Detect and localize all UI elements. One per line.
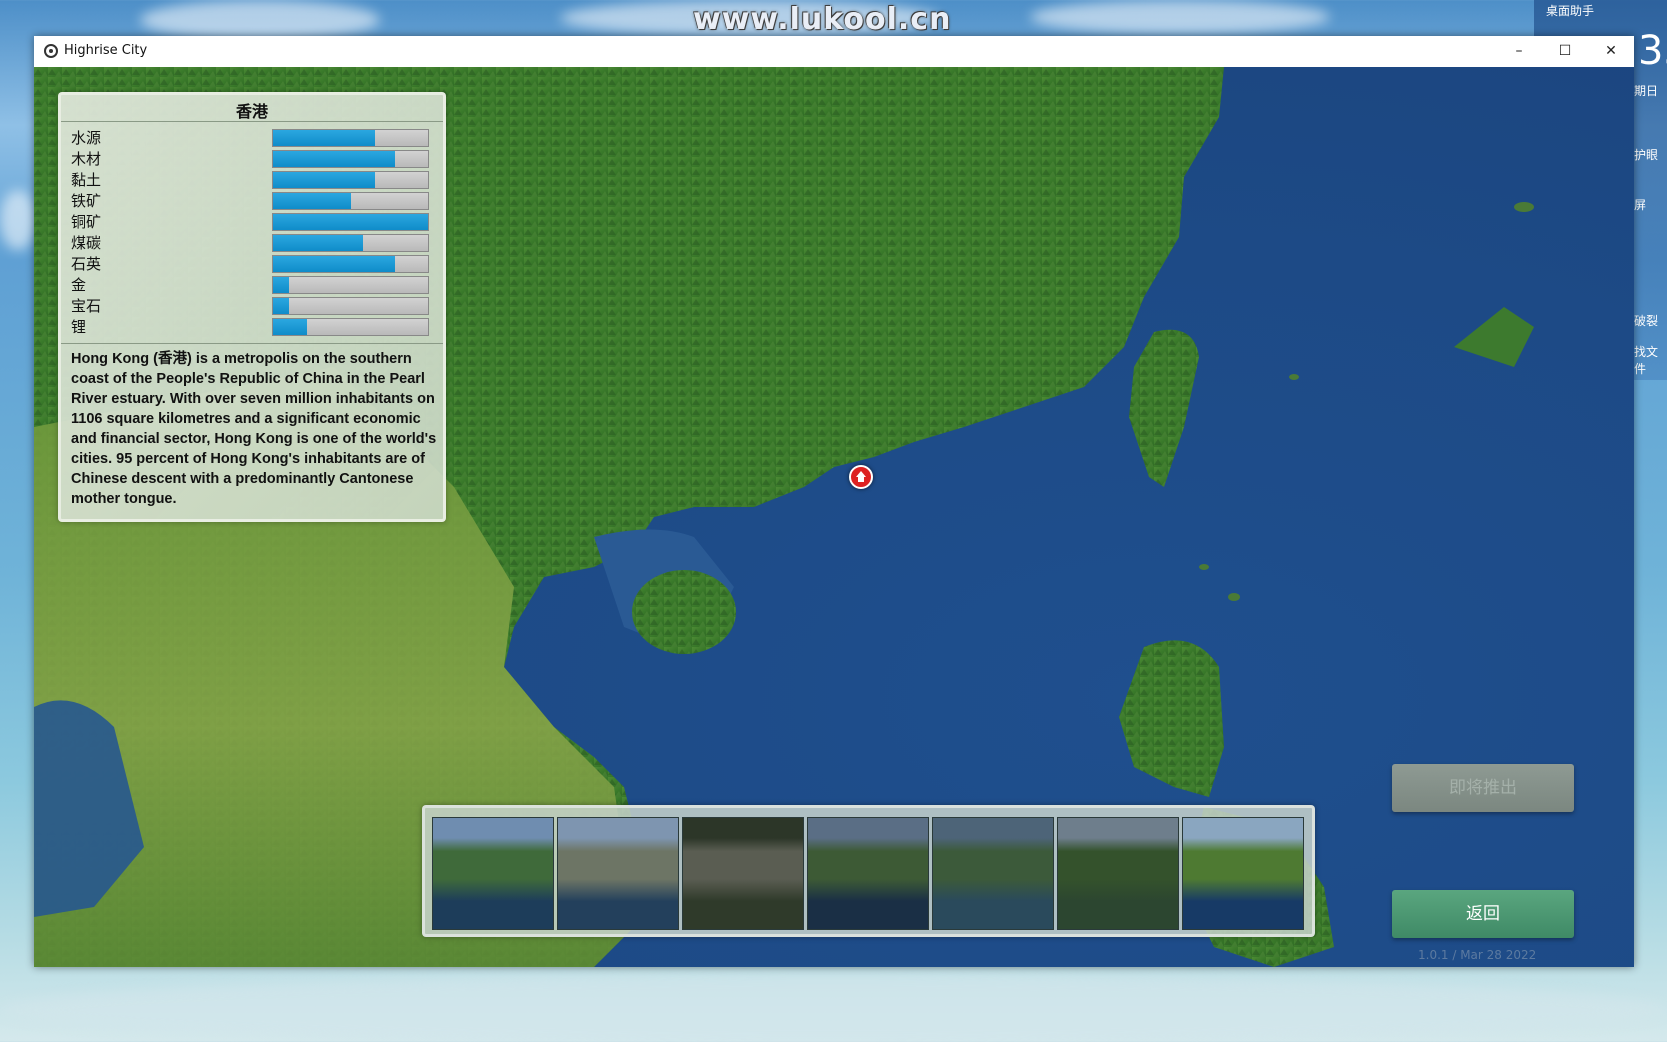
map-preview-3[interactable]: [682, 817, 804, 930]
widget-item[interactable]: 找文件: [1634, 343, 1667, 377]
resource-level-bar: [272, 276, 429, 294]
divider: [61, 343, 443, 344]
resource-level-fill: [273, 172, 376, 188]
resource-level-bar: [272, 213, 429, 231]
map-preview-5[interactable]: [932, 817, 1054, 930]
desktop-cloud: [140, 0, 380, 40]
resource-level-fill: [273, 214, 428, 230]
app-window: Highrise City – ☐ ✕ 香港 水源 木材 黏土 铁矿 铜矿 煤碳…: [34, 36, 1634, 967]
resource-level-fill: [273, 319, 308, 335]
resource-row: 黏土: [71, 169, 431, 191]
resource-level-bar: [272, 318, 429, 336]
resource-label: 金: [71, 276, 87, 294]
maximize-button[interactable]: ☐: [1542, 36, 1588, 67]
resource-label: 石英: [71, 255, 102, 273]
resource-level-bar: [272, 129, 429, 147]
hong-kong-location-marker[interactable]: [849, 465, 873, 489]
map-preview-7[interactable]: [1182, 817, 1304, 930]
resource-label: 铜矿: [71, 213, 102, 231]
resource-level-bar: [272, 192, 429, 210]
map-preview-2[interactable]: [557, 817, 679, 930]
widget-item[interactable]: 护眼: [1634, 146, 1658, 163]
resource-row: 锂: [71, 316, 431, 338]
resource-label: 锂: [71, 318, 87, 336]
map-preview-6[interactable]: [1057, 817, 1179, 930]
resource-level-fill: [273, 298, 289, 314]
resource-row: 水源: [71, 127, 431, 149]
widget-title: 桌面助手: [1546, 4, 1595, 18]
window-titlebar[interactable]: Highrise City – ☐ ✕: [34, 36, 1634, 67]
widget-clock: 35: [1638, 28, 1667, 74]
resource-level-bar: [272, 255, 429, 273]
map-preview-4[interactable]: [807, 817, 929, 930]
close-button[interactable]: ✕: [1588, 36, 1634, 67]
region-info-panel: 香港 水源木材黏土铁矿铜矿煤碳石英金宝石锂 Hong Kong (香港) is …: [58, 92, 446, 522]
resource-row: 石英: [71, 253, 431, 275]
resource-level-fill: [273, 130, 376, 146]
resource-level-bar: [272, 171, 429, 189]
map-preview-1[interactable]: [432, 817, 554, 930]
back-button[interactable]: 返回: [1392, 890, 1574, 938]
resource-label: 煤碳: [71, 234, 102, 252]
resource-level-fill: [273, 235, 363, 251]
resource-label: 宝石: [71, 297, 102, 315]
resource-level-bar: [272, 234, 429, 252]
resource-label: 木材: [71, 150, 102, 168]
resource-row: 铜矿: [71, 211, 431, 233]
resource-level-bar: [272, 150, 429, 168]
resource-level-fill: [273, 277, 289, 293]
divider: [61, 121, 443, 122]
window-title: Highrise City: [64, 43, 148, 58]
resource-row: 木材: [71, 148, 431, 170]
resource-level-bar: [272, 297, 429, 315]
resource-level-fill: [273, 256, 396, 272]
widget-item[interactable]: 屏: [1634, 196, 1646, 213]
desktop-cloud: [0, 190, 36, 250]
coming-soon-button: 即将推出: [1392, 764, 1574, 812]
app-icon: [44, 44, 58, 58]
resource-label: 水源: [71, 129, 102, 147]
world-map[interactable]: 香港 水源木材黏土铁矿铜矿煤碳石英金宝石锂 Hong Kong (香港) is …: [34, 67, 1634, 967]
resource-row: 铁矿: [71, 190, 431, 212]
resource-row: 宝石: [71, 295, 431, 317]
resource-label: 铁矿: [71, 192, 102, 210]
resource-label: 黏土: [71, 171, 102, 189]
resource-row: 金: [71, 274, 431, 296]
widget-item[interactable]: 期日: [1634, 82, 1658, 99]
desktop-cloud: [1030, 0, 1330, 34]
watermark: www.lukool.cn: [693, 2, 952, 37]
resource-level-fill: [273, 151, 396, 167]
resource-level-fill: [273, 193, 351, 209]
desktop-cloud: [0, 975, 1667, 1042]
resource-row: 煤碳: [71, 232, 431, 254]
region-description: Hong Kong (香港) is a metropolis on the so…: [71, 351, 437, 507]
widget-item[interactable]: 破裂: [1634, 312, 1658, 329]
version-label: 1.0.1 / Mar 28 2022: [1418, 948, 1537, 962]
map-preview-gallery: [422, 805, 1315, 937]
region-title: 香港: [235, 102, 268, 121]
minimize-button[interactable]: –: [1496, 36, 1542, 67]
